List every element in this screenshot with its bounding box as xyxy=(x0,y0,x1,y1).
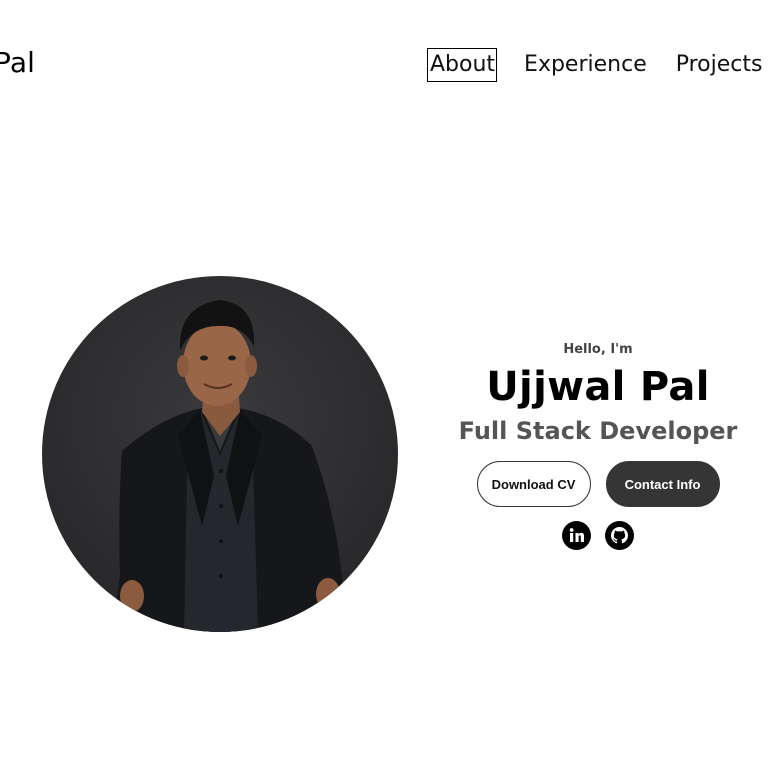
download-cv-button[interactable]: Download CV xyxy=(476,461,591,507)
page: Pal About Experience Projects Hello, I'm… xyxy=(0,0,768,768)
hero-name: Ujjwal Pal xyxy=(486,364,710,410)
linkedin-icon[interactable] xyxy=(562,521,591,550)
site-logo[interactable]: Pal xyxy=(0,46,35,79)
hero-section: Hello, I'm Ujjwal Pal Full Stack Develop… xyxy=(440,340,756,550)
hero-role: Full Stack Developer xyxy=(458,417,738,445)
greeting-text: Hello, I'm xyxy=(563,342,633,357)
nav-experience-link[interactable]: Experience xyxy=(524,50,647,80)
social-links xyxy=(440,521,756,550)
github-icon[interactable] xyxy=(605,521,634,550)
profile-photo-illustration xyxy=(112,300,347,632)
nav-about-link[interactable]: About xyxy=(427,48,498,82)
profile-photo xyxy=(42,276,398,632)
hero-buttons: Download CV Contact Info xyxy=(440,461,756,507)
nav-projects-link[interactable]: Projects xyxy=(676,50,763,80)
top-nav: About Experience Projects xyxy=(427,48,762,82)
contact-info-button[interactable]: Contact Info xyxy=(605,461,720,507)
